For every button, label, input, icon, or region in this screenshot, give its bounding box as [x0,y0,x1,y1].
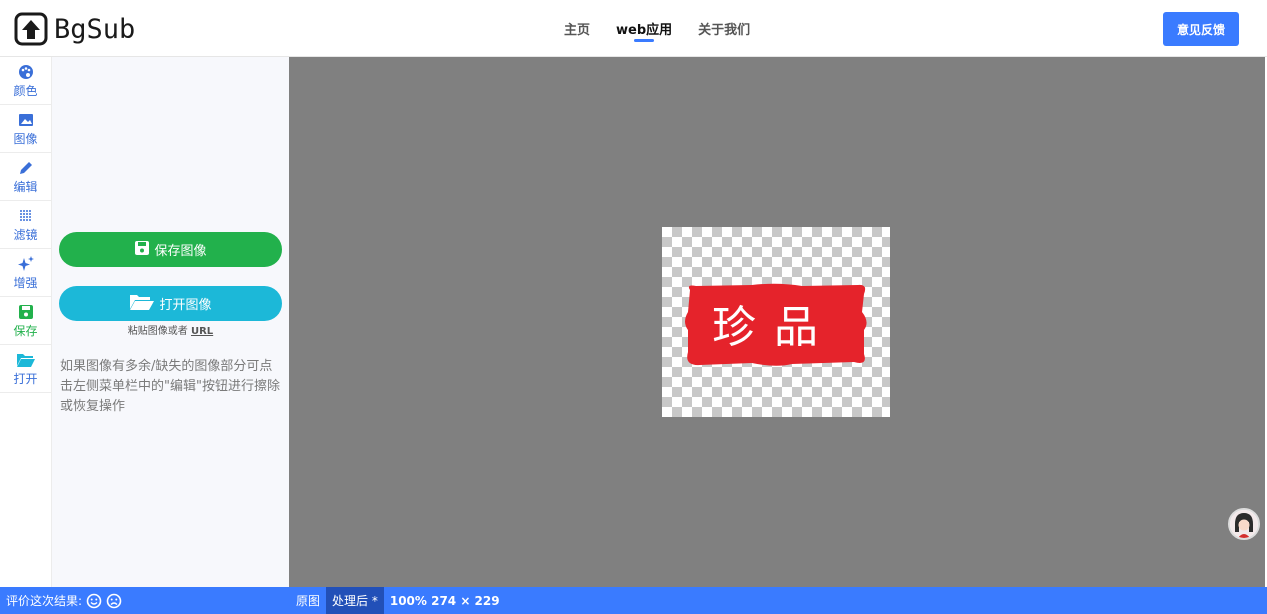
options-panel: 保存图像 打开图像 粘贴图像或者 URL 如果图像有多余/缺失的图像部分可点击左… [52,57,289,587]
sidebar-item-label: 打开 [13,372,38,386]
zoom-size-info: 100% 274 × 229 [389,593,500,608]
open-image-label: 打开图像 [159,298,212,313]
nav-about[interactable]: 关于我们 [698,19,750,38]
paste-url-link[interactable]: URL [191,326,213,337]
top-nav: 主页 web应用 关于我们 [564,19,750,42]
paste-hint: 粘贴图像或者 URL [52,322,289,337]
open-image-button[interactable]: 打开图像 [59,286,282,321]
view-tabs: 原图 处理后 * 100% 274 × 229 [290,587,500,614]
sidebar-item-label: 增强 [13,276,38,290]
image-canvas[interactable]: 珍品 [289,57,1265,587]
nav-home[interactable]: 主页 [564,19,590,38]
sidebar-item-enhance[interactable]: 增强 [0,249,51,297]
floppy-icon [134,240,150,260]
sidebar-item-label: 颜色 [13,84,38,98]
edit-hint-text: 如果图像有多余/缺失的图像部分可点击左侧菜单栏中的"编辑"按钮进行擦除或恢复操作 [60,359,280,414]
sidebar-item-save[interactable]: 保存 [0,297,51,345]
dots-filter-icon [18,206,34,226]
save-image-label: 保存图像 [154,244,207,259]
sidebar-item-filter[interactable]: 滤镜 [0,201,51,249]
rate-result: 评价这次结果: [6,592,122,609]
tool-sidebar: 颜色 图像 编辑 滤镜 增强 保存 打开 [0,57,52,587]
image-icon [18,110,34,130]
sidebar-item-label: 保存 [13,324,38,338]
palette-icon [18,62,34,82]
sidebar-item-image[interactable]: 图像 [0,105,51,153]
sidebar-item-open[interactable]: 打开 [0,345,51,393]
tab-processed[interactable]: 处理后 * [326,587,384,614]
app-root: BgSub 主页 web应用 关于我们 意见反馈 颜色 图像 编辑 滤镜 增强 … [0,0,1267,614]
sidebar-item-color[interactable]: 颜色 [0,57,51,105]
folder-open-icon [16,350,36,370]
pencil-icon [18,158,34,178]
smile-icon[interactable] [86,593,102,609]
nav-web-app[interactable]: web应用 [616,19,672,42]
status-bar: 评价这次结果: 原图 处理后 * 100% 274 × 229 [0,587,1267,614]
folder-open-icon [129,293,155,315]
sparkle-icon [17,254,35,274]
seal-image: 珍品 [685,283,867,366]
brand-name: BgSub [54,13,136,45]
assistant-avatar[interactable] [1228,508,1260,540]
logo-icon [14,12,48,46]
header: BgSub 主页 web应用 关于我们 意见反馈 [0,0,1267,57]
floppy-icon [18,302,34,322]
sidebar-item-label: 图像 [13,132,38,146]
save-image-button[interactable]: 保存图像 [59,232,282,267]
tab-original[interactable]: 原图 [290,587,326,614]
paste-prefix: 粘贴图像或者 [127,326,191,337]
sidebar-item-edit[interactable]: 编辑 [0,153,51,201]
sidebar-item-label: 滤镜 [13,228,38,242]
logo[interactable]: BgSub [14,11,135,47]
rate-label: 评价这次结果: [6,594,83,608]
feedback-button[interactable]: 意见反馈 [1163,12,1239,46]
seal-text: 珍品 [712,302,836,353]
frown-icon[interactable] [106,593,122,609]
sidebar-item-label: 编辑 [13,180,38,194]
processed-image-preview[interactable]: 珍品 [662,227,890,417]
